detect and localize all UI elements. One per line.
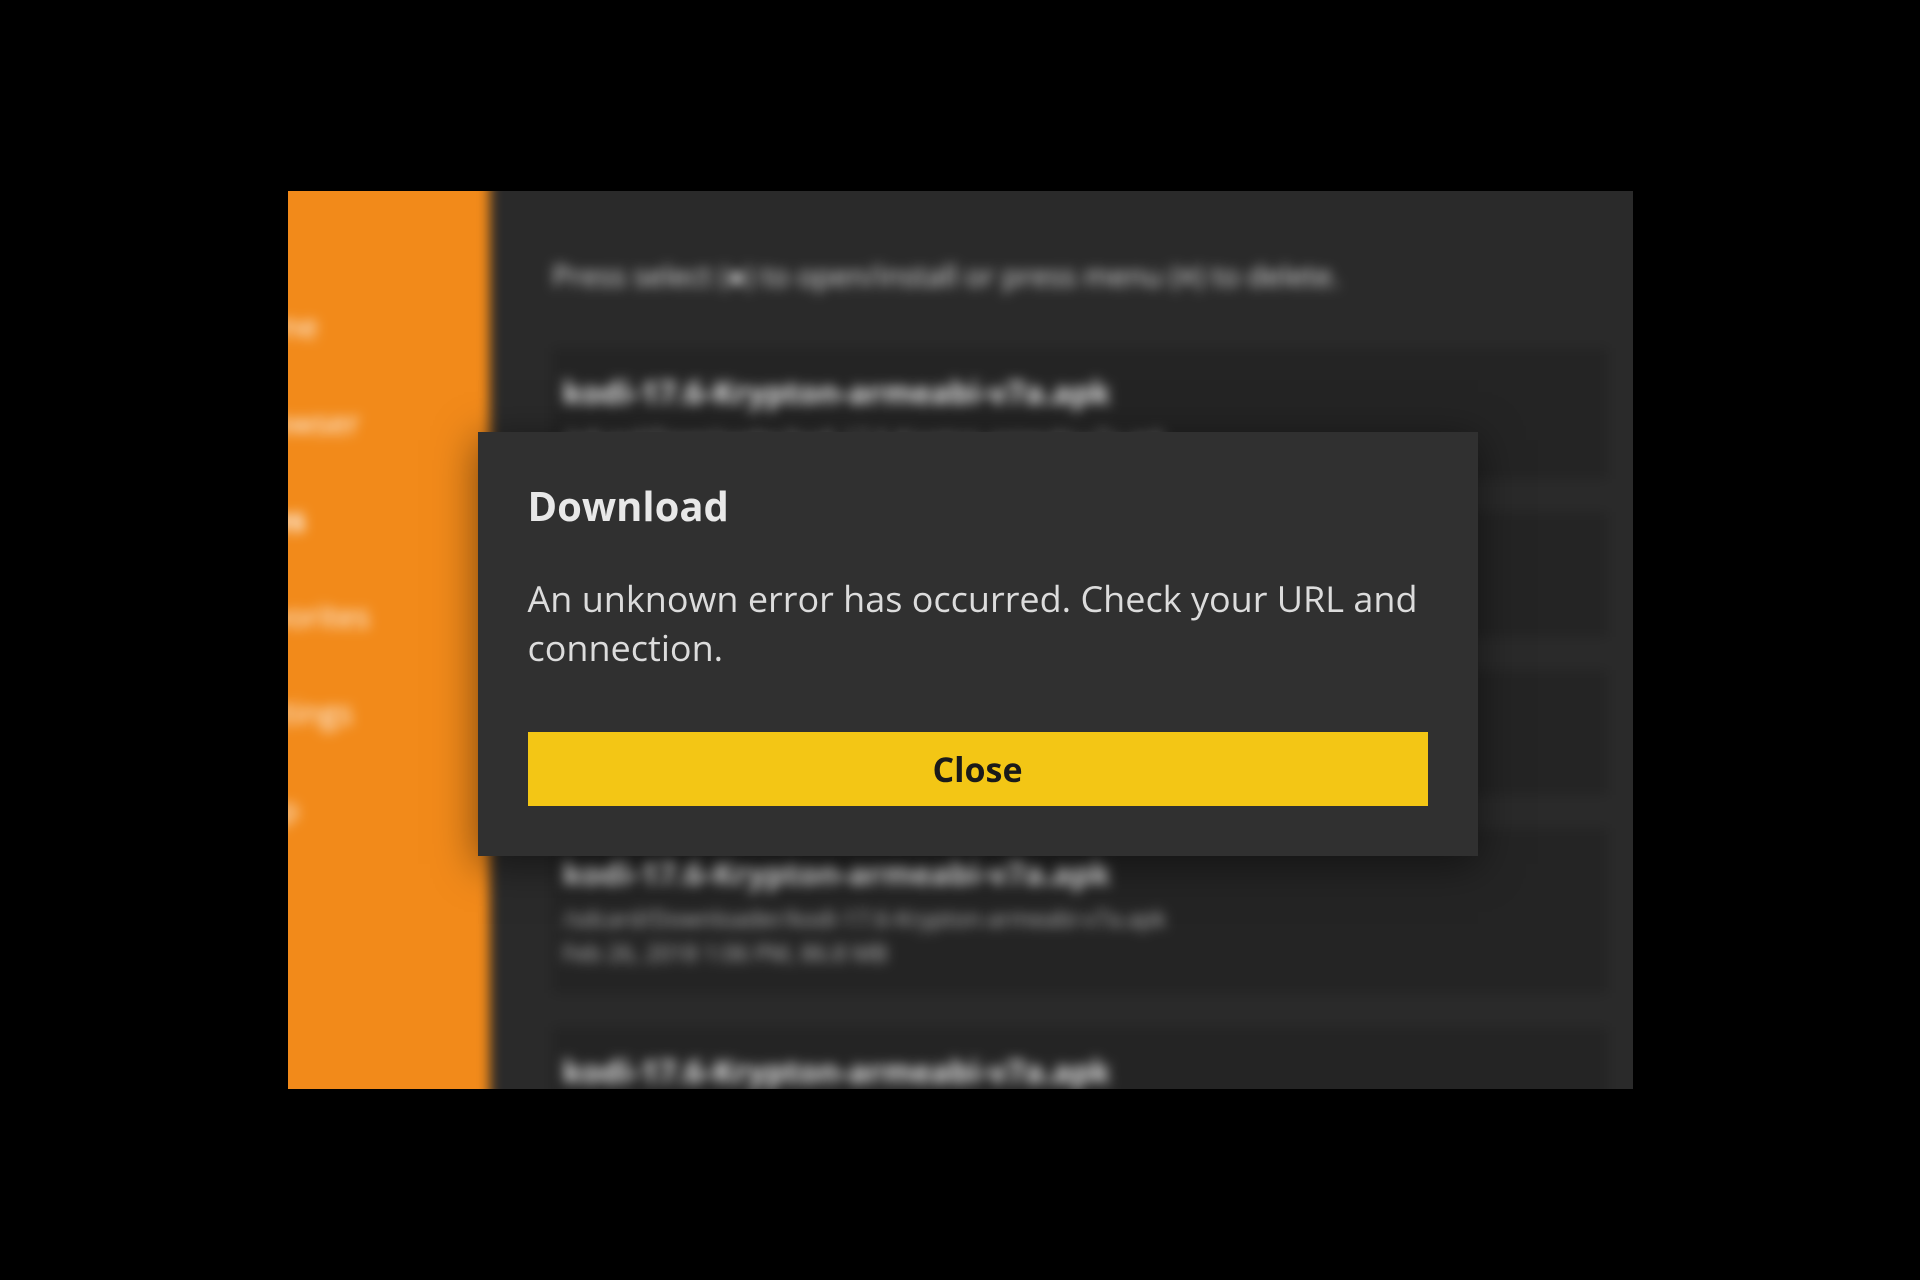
dialog-title: Download [528, 478, 1428, 533]
dialog-message: An unknown error has occurred. Check you… [528, 575, 1428, 672]
app-viewport: me owser es vorites ttings lp Press sele… [288, 191, 1633, 1089]
close-button[interactable]: Close [528, 732, 1428, 806]
outer-frame: me owser es vorites ttings lp Press sele… [0, 0, 1920, 1280]
dialog-overlay: Download An unknown error has occurred. … [288, 191, 1633, 1089]
error-dialog: Download An unknown error has occurred. … [478, 432, 1478, 856]
